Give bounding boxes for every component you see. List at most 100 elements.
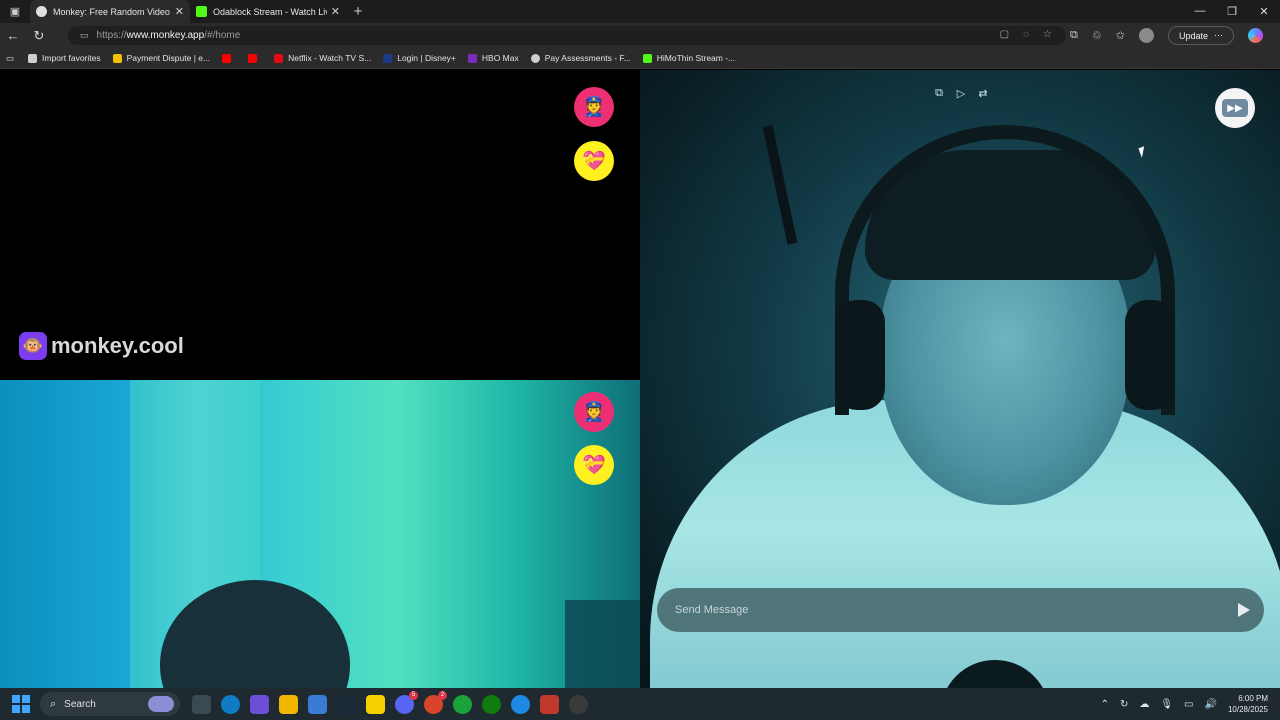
new-tab-button[interactable]: + bbox=[346, 3, 370, 20]
like-button-top[interactable]: 💝 bbox=[574, 141, 614, 181]
kick-favicon-icon bbox=[196, 6, 207, 17]
tab-odablock[interactable]: Odablock Stream - Watch Live on ✕ bbox=[190, 0, 346, 23]
camera-blocked-icon[interactable]: ▢ bbox=[1000, 29, 1009, 40]
notification-badge: 5 bbox=[409, 690, 418, 700]
clock-time: 6:00 PM bbox=[1238, 694, 1268, 703]
microphone-icon[interactable]: 🎙 bbox=[1160, 699, 1173, 710]
search-label: Search bbox=[64, 698, 96, 710]
refresh-icon[interactable]: ↻ bbox=[26, 28, 52, 44]
monkey-emoji: 🐵 bbox=[22, 336, 44, 355]
steam-icon[interactable] bbox=[337, 694, 356, 714]
chevron-up-icon[interactable]: ⌃ bbox=[1101, 699, 1109, 710]
obs-icon[interactable] bbox=[569, 694, 588, 714]
tab-close-icon[interactable]: ✕ bbox=[331, 5, 340, 18]
url-host: www.monkey.app bbox=[126, 30, 205, 41]
reading-mode-icon[interactable]: ◌ bbox=[1023, 29, 1029, 40]
url-path: /#/home bbox=[204, 30, 241, 41]
taskbar-apps: 5 2 bbox=[192, 690, 588, 714]
police-officer-icon: 👮 bbox=[582, 97, 606, 118]
xbox-icon[interactable] bbox=[482, 694, 501, 714]
update-label: Update bbox=[1178, 30, 1208, 41]
taskbar-clock[interactable]: 6:00 PM 10/28/2025 bbox=[1228, 693, 1268, 715]
sync-icon[interactable]: ↻ bbox=[1120, 699, 1128, 710]
profile-avatar-icon[interactable] bbox=[1138, 28, 1154, 43]
store-icon[interactable] bbox=[308, 694, 327, 714]
sidebar-toggle-icon[interactable]: ▭ bbox=[6, 53, 14, 64]
address-bar[interactable]: ▭ https://www.monkey.app/#/home ▢ ◌ ☆ bbox=[68, 26, 1066, 45]
update-button[interactable]: Update ⋯ bbox=[1167, 26, 1234, 45]
send-arrow-icon[interactable] bbox=[1238, 603, 1250, 617]
room-shelf-shape bbox=[565, 600, 640, 688]
browser-tab-bar: ▣ Monkey: Free Random Video ✕ Odablock S… bbox=[0, 0, 1280, 23]
task-view-icon[interactable] bbox=[192, 694, 211, 714]
taskbar-search[interactable]: ⌕ Search bbox=[40, 692, 180, 716]
bookmark-disney[interactable]: Login | Disney+ bbox=[383, 53, 456, 63]
volume-icon[interactable]: 🔊 bbox=[1205, 699, 1217, 710]
video-controls-icon[interactable]: ▷ bbox=[955, 88, 967, 100]
youtube-icon bbox=[222, 53, 232, 63]
heart-icon: 💝 bbox=[582, 151, 606, 172]
favorite-star-icon[interactable]: ☆ bbox=[1043, 29, 1052, 40]
bookmark-himothin-stream[interactable]: HiMoThin Stream -... bbox=[642, 53, 735, 63]
edge-icon[interactable] bbox=[221, 694, 240, 714]
second-video-pane: 👮 💝 bbox=[0, 380, 640, 688]
bookmark-pay-assessments[interactable]: Pay Assessments - F... bbox=[530, 53, 631, 63]
bookmark-label: Login | Disney+ bbox=[397, 53, 456, 63]
notification-badge: 2 bbox=[438, 690, 447, 700]
bookmark-youtube-2[interactable] bbox=[248, 53, 262, 63]
display-icon[interactable]: ▭ bbox=[1184, 699, 1193, 710]
windows-start-icon[interactable] bbox=[12, 695, 30, 713]
brand-name: monkey.cool bbox=[51, 333, 184, 358]
browser-nav-bar: ← ↻ ▭ https://www.monkey.app/#/home ▢ ◌ … bbox=[0, 23, 1280, 48]
bookmark-import-favorites[interactable]: Import favorites bbox=[28, 53, 101, 63]
favorites-icon[interactable]: ✩ bbox=[1116, 29, 1125, 42]
translate-icon[interactable]: ⇄ bbox=[977, 88, 989, 100]
police-officer-icon: 👮 bbox=[582, 402, 606, 423]
headphone-right-cup-shape bbox=[1125, 300, 1175, 410]
copilot-app-icon[interactable] bbox=[250, 694, 269, 714]
report-button-top[interactable]: 👮 bbox=[574, 87, 614, 127]
cloud-icon[interactable]: ☁ bbox=[1139, 699, 1149, 710]
close-window-button[interactable]: ✕ bbox=[1248, 5, 1280, 18]
sticky-notes-icon[interactable] bbox=[366, 694, 385, 714]
windows-taskbar: ⌕ Search 5 2 ⌃ ↻ ☁ 🎙 ▭ 🔊 6:00 PM 10/28/2… bbox=[0, 688, 1280, 720]
browser-essentials-icon[interactable]: ♲ bbox=[1092, 29, 1102, 42]
toolbar-right: ⧉ ♲ ✩ Update ⋯ bbox=[1070, 26, 1263, 45]
discord-icon[interactable]: 5 bbox=[395, 690, 418, 714]
file-explorer-icon[interactable] bbox=[279, 694, 298, 714]
bookmark-netflix[interactable]: Netflix - Watch TV S... bbox=[274, 53, 371, 63]
minimize-button[interactable]: — bbox=[1184, 5, 1216, 18]
report-button-bottom[interactable]: 👮 bbox=[574, 392, 614, 432]
hbo-max-icon bbox=[467, 53, 477, 63]
snipping-tool-icon[interactable] bbox=[540, 694, 559, 714]
picture-in-picture-icon[interactable]: ⧉ bbox=[933, 87, 945, 99]
video-toolbar: ⧉ ▷ ⇄ bbox=[933, 87, 989, 100]
tab-actions-icon[interactable]: ▣ bbox=[0, 0, 30, 23]
bookmark-payment-dispute[interactable]: Payment Dispute | e... bbox=[112, 53, 210, 63]
tab-close-icon[interactable]: ✕ bbox=[175, 5, 184, 18]
tab-monkey[interactable]: Monkey: Free Random Video ✕ bbox=[30, 0, 190, 23]
brand-watermark: 🐵 monkey.cool bbox=[19, 332, 184, 360]
search-highlight-icon bbox=[148, 696, 174, 712]
monkey-favicon-icon bbox=[36, 6, 47, 17]
bookmark-youtube-1[interactable] bbox=[222, 53, 236, 63]
mic-arm-shape bbox=[762, 125, 798, 245]
clock-date: 10/28/2025 bbox=[1227, 705, 1268, 714]
page-info-icon[interactable]: ▭ bbox=[80, 30, 89, 41]
back-arrow-icon[interactable]: ← bbox=[0, 28, 26, 43]
copilot-icon[interactable] bbox=[1247, 28, 1263, 43]
like-button-bottom[interactable]: 💝 bbox=[574, 445, 614, 485]
send-message-input[interactable] bbox=[675, 604, 1238, 616]
xbox-green-icon[interactable] bbox=[453, 694, 472, 714]
game-app-icon[interactable]: 2 bbox=[424, 690, 447, 714]
stranger-video-pane: 👮 💝 🐵 monkey.cool bbox=[0, 70, 640, 380]
extensions-icon[interactable]: ⧉ bbox=[1070, 29, 1078, 42]
restore-button[interactable]: ❐ bbox=[1216, 5, 1248, 18]
skip-next-button[interactable]: ▶▶ bbox=[1215, 88, 1255, 128]
netflix-icon bbox=[274, 53, 284, 63]
bookmark-hbo-max[interactable]: HBO Max bbox=[467, 53, 519, 63]
tab-title: Odablock Stream - Watch Live on bbox=[213, 6, 327, 17]
vscode-icon[interactable] bbox=[511, 694, 530, 714]
folder-icon bbox=[28, 53, 38, 63]
more-options-icon[interactable]: ⋯ bbox=[1214, 30, 1223, 41]
